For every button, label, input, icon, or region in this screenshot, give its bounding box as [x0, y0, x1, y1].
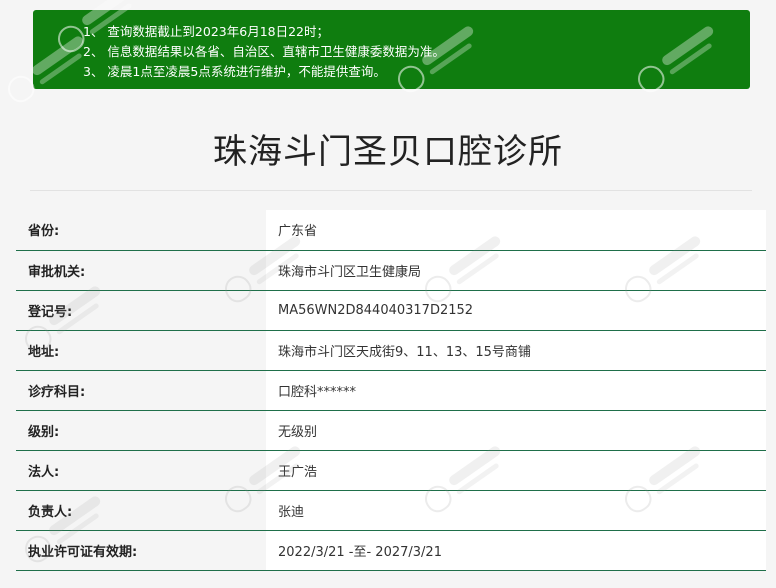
- row-value-level: 无级别: [266, 410, 766, 451]
- row-label-legal-person: 法人:: [16, 450, 266, 491]
- row-value-legal-person: 王广浩: [266, 450, 766, 491]
- row-value-registration-number: MA56WN2D844040317D2152: [266, 290, 766, 331]
- table-row: 地址: 珠海市斗门区天成街9、11、13、15号商铺: [16, 330, 766, 371]
- row-value-province: 广东省: [266, 210, 766, 251]
- row-label-registration-number: 登记号:: [16, 290, 266, 331]
- notice-line: 3、 凌晨1点至凌晨5点系统进行维护，不能提供查询。: [83, 64, 386, 79]
- notice-line: 2、 信息数据结果以各省、自治区、直辖市卫生健康委数据为准。: [83, 44, 445, 59]
- notice-line: 1、 查询数据截止到2023年6月18日22时；: [83, 24, 330, 39]
- table-row: 级别: 无级别: [16, 410, 766, 451]
- row-label-approval-authority: 审批机关:: [16, 250, 266, 291]
- table-row: 诊疗科目: 口腔科******: [16, 370, 766, 411]
- notice-banner: 1、 查询数据截止到2023年6月18日22时； 2、 信息数据结果以各省、自治…: [2, 0, 750, 107]
- row-label-license-validity: 执业许可证有效期:: [16, 530, 266, 571]
- row-value-departments: 口腔科******: [266, 370, 766, 411]
- row-value-license-validity: 2022/3/21 -至- 2027/3/21: [266, 530, 766, 571]
- title-divider: [30, 190, 752, 191]
- row-label-level: 级别:: [16, 410, 266, 451]
- row-label-province: 省份:: [16, 210, 266, 251]
- table-row: 负责人: 张迪: [16, 490, 766, 531]
- row-value-approval-authority: 珠海市斗门区卫生健康局: [266, 250, 766, 291]
- row-value-address: 珠海市斗门区天成街9、11、13、15号商铺: [266, 330, 766, 371]
- page-title: 珠海斗门圣贝口腔诊所: [213, 132, 563, 172]
- table-row: 登记号: MA56WN2D844040317D2152: [16, 290, 766, 331]
- clinic-info-table: 省份: 广东省 审批机关: 珠海市斗门区卫生健康局 登记号: MA56WN2D8…: [16, 210, 766, 571]
- table-row: 省份: 广东省: [16, 210, 766, 251]
- table-row: 审批机关: 珠海市斗门区卫生健康局: [16, 250, 766, 291]
- table-row: 执业许可证有效期: 2022/3/21 -至- 2027/3/21: [16, 530, 766, 571]
- row-label-person-in-charge: 负责人:: [16, 490, 266, 531]
- row-label-address: 地址:: [16, 330, 266, 371]
- row-label-departments: 诊疗科目:: [16, 370, 266, 411]
- table-row: 法人: 王广浩: [16, 450, 766, 491]
- row-value-person-in-charge: 张迪: [266, 490, 766, 531]
